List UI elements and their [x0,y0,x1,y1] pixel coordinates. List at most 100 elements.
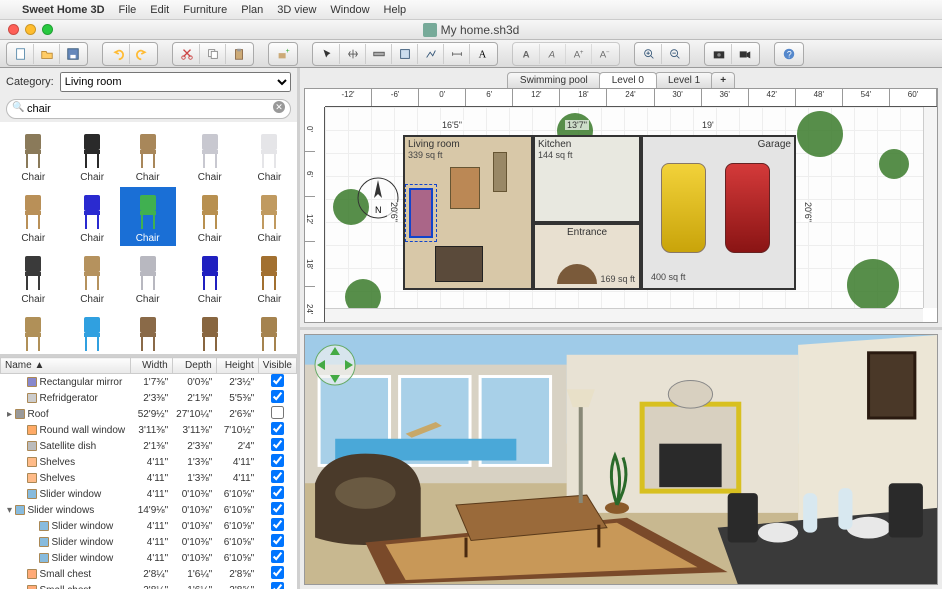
redo-button[interactable] [130,44,156,64]
catalog-item[interactable]: Chair [120,248,176,307]
pan-tool[interactable] [340,44,366,64]
scrollbar-vertical[interactable] [923,107,937,308]
table-row[interactable]: Small chest 2'8¼"1'6¼"2'8⅝" [1,582,297,589]
table-row[interactable]: ▾Slider windows 14'9⅛"0'10⅜"6'10⅝" [1,502,297,518]
visible-checkbox[interactable] [271,502,284,515]
table-row[interactable]: Slider window 4'11"0'10⅜"6'10⅝" [1,518,297,534]
menu-edit[interactable]: Edit [150,4,169,16]
table-item[interactable] [435,246,483,282]
catalog-item[interactable]: Chair [120,187,176,246]
visible-checkbox[interactable] [271,486,284,499]
help-button[interactable]: ? [776,44,802,64]
new-button[interactable] [8,44,34,64]
visible-checkbox[interactable] [271,390,284,403]
table-row[interactable]: Small chest 2'8¼"1'6¼"2'8⅝" [1,566,297,582]
catalog-item[interactable]: Chair [67,126,118,185]
undo-button[interactable] [104,44,130,64]
catalog-item[interactable]: Chair [2,248,65,307]
visible-checkbox[interactable] [271,374,284,387]
menu-help[interactable]: Help [384,4,407,16]
visible-checkbox[interactable] [271,566,284,579]
zoom-in-button[interactable] [636,44,662,64]
table-row[interactable]: Slider window 4'11"0'10⅜"6'10⅝" [1,550,297,566]
rug-item[interactable] [450,167,480,209]
dimension[interactable]: 20'6" [801,202,815,222]
table-row[interactable]: Slider window 4'11"0'10⅜"6'10⅝" [1,534,297,550]
table-row[interactable]: Round wall window 3'11⅜"3'11⅜"7'10½" [1,422,297,438]
visible-checkbox[interactable] [271,534,284,547]
menu-3dview[interactable]: 3D view [277,4,316,16]
visible-checkbox[interactable] [271,550,284,563]
table-row[interactable]: Refridgerator 2'3⅜"2'1⅝"5'5⅜" [1,390,297,406]
catalog-item[interactable]: Chair with c... [2,309,65,357]
visible-checkbox[interactable] [271,582,284,589]
open-button[interactable] [34,44,60,64]
text-tool[interactable]: A [470,44,496,64]
tab-add[interactable]: + [711,72,735,88]
visible-checkbox[interactable] [271,438,284,451]
col-visible[interactable]: Visible [258,358,296,374]
catalog-item[interactable]: Oak chair [244,309,295,357]
car-yellow[interactable] [661,163,706,253]
zoom-icon[interactable] [42,24,53,35]
copy-button[interactable] [200,44,226,64]
add-furniture-button[interactable]: + [270,44,296,64]
category-select[interactable]: Living room [60,72,291,92]
menu-plan[interactable]: Plan [241,4,263,16]
col-name[interactable]: Name ▲ [1,358,131,374]
table-row[interactable]: Rectangular mirror 1'7⅜"0'0⅜"2'3½" [1,374,297,391]
col-depth[interactable]: Depth [172,358,216,374]
dimension[interactable]: 13'7" [565,120,589,130]
zoom-out-button[interactable] [662,44,688,64]
catalog-item[interactable]: Chair [67,248,118,307]
dimension[interactable]: 20'6" [387,202,401,222]
room-living[interactable]: Living room 339 sq ft [403,135,533,290]
menu-furniture[interactable]: Furniture [183,4,227,16]
3d-view[interactable] [304,334,938,585]
tab-swimming-pool[interactable]: Swimming pool [507,72,601,88]
dimension-tool[interactable] [444,44,470,64]
visible-checkbox[interactable] [271,518,284,531]
polyline-tool[interactable] [418,44,444,64]
stair-item[interactable] [557,264,597,284]
catalog-item[interactable]: Chair [178,248,242,307]
tree-icon[interactable] [795,109,845,159]
visible-checkbox[interactable] [271,454,284,467]
room-entrance[interactable]: Entrance 169 sq ft [533,223,641,290]
catalog-item[interactable]: Chair [178,187,242,246]
menu-window[interactable]: Window [330,4,369,16]
tree-icon[interactable] [877,147,911,181]
cut-button[interactable] [174,44,200,64]
furniture-list[interactable]: Name ▲ Width Depth Height Visible Rectan… [0,357,297,589]
catalog-item[interactable]: Chair [244,126,295,185]
table-row[interactable]: Shelves 4'11"1'3⅜"4'11" [1,470,297,486]
tree-icon[interactable] [845,257,901,313]
dimension[interactable]: 19' [700,120,716,130]
visible-checkbox[interactable] [271,422,284,435]
table-row[interactable]: Shelves 4'11"1'3⅜"4'11" [1,454,297,470]
visible-checkbox[interactable] [271,406,284,419]
tab-level-1[interactable]: Level 1 [655,72,713,88]
wall-tool[interactable] [366,44,392,64]
shelves-item[interactable] [493,152,507,192]
room-kitchen[interactable]: Kitchen 144 sq ft [533,135,641,223]
room-tool[interactable] [392,44,418,64]
table-row[interactable]: Slider window 4'11"0'10⅜"6'10⅝" [1,486,297,502]
table-row[interactable]: ▸Roof 52'9½"27'10¼"2'6⅜" [1,406,297,422]
col-width[interactable]: Width [130,358,172,374]
close-icon[interactable] [8,24,19,35]
catalog-item[interactable]: Chair [67,187,118,246]
select-tool[interactable] [314,44,340,64]
app-menu[interactable]: Sweet Home 3D [22,4,105,16]
catalog-item[interactable]: Chair [244,248,295,307]
catalog-item[interactable]: Chair [178,126,242,185]
scrollbar-horizontal[interactable] [325,308,923,322]
dimension[interactable]: 16'5" [440,120,464,130]
col-height[interactable]: Height [216,358,258,374]
search-input[interactable] [6,99,291,119]
menu-file[interactable]: File [119,4,137,16]
catalog-item[interactable]: Chair [2,126,65,185]
furniture-catalog[interactable]: Chair Chair Chair Chair Chair Chair Chai… [0,122,297,357]
sofa-item[interactable] [409,188,433,238]
plan-view[interactable]: -12'-6'0'6'12'18'24'30'36'42'48'54'60' 0… [304,88,938,323]
